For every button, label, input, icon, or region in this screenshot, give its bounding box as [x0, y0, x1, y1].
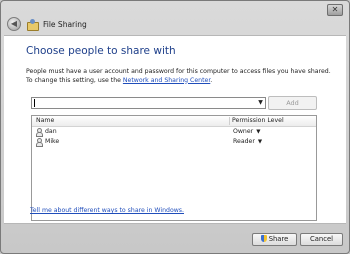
- chevron-down-icon: ▼: [257, 139, 263, 145]
- user-combo-box[interactable]: ▼: [31, 97, 266, 109]
- table-row[interactable]: Mike Reader ▼: [32, 137, 316, 147]
- share-list: Name Permission Level dan Owner ▼ Mike Re…: [31, 115, 317, 221]
- text-caret: [34, 99, 35, 107]
- file-sharing-window: ✕ ◀ File Sharing Choose people to share …: [0, 0, 350, 254]
- cancel-button[interactable]: Cancel: [300, 233, 343, 246]
- user-name: dan: [45, 128, 57, 135]
- user-icon: [35, 128, 43, 137]
- page-title: Choose people to share with: [26, 45, 176, 57]
- content-panel: Choose people to share with People must …: [4, 35, 346, 224]
- table-header: Name Permission Level: [32, 116, 316, 127]
- file-sharing-icon: [27, 18, 39, 31]
- chevron-down-icon[interactable]: ▼: [256, 98, 265, 108]
- permission-level: Reader: [233, 138, 255, 145]
- user-icon: [35, 138, 43, 147]
- share-button[interactable]: Share: [252, 233, 297, 246]
- window-title: File Sharing: [43, 19, 87, 29]
- permission-dropdown[interactable]: Reader ▼: [233, 137, 262, 147]
- column-header-name[interactable]: Name: [36, 116, 54, 126]
- column-header-permission[interactable]: Permission Level: [232, 116, 284, 126]
- close-icon: ✕: [331, 5, 339, 14]
- uac-shield-icon: [260, 235, 267, 242]
- permission-dropdown[interactable]: Owner ▼: [233, 127, 260, 137]
- chevron-down-icon: ▼: [256, 129, 261, 135]
- add-button[interactable]: Add: [268, 96, 317, 110]
- table-row[interactable]: dan Owner ▼: [32, 127, 316, 137]
- close-button[interactable]: ✕: [327, 4, 343, 16]
- description: People must have a user account and pass…: [26, 68, 338, 85]
- network-sharing-center-link[interactable]: Network and Sharing Center: [123, 77, 210, 84]
- share-label: Share: [268, 235, 289, 243]
- title-bar: ◀ File Sharing: [7, 16, 87, 32]
- back-arrow-icon[interactable]: ◀: [7, 17, 21, 31]
- user-name: Mike: [45, 138, 60, 145]
- permission-level: Owner: [233, 128, 254, 135]
- help-link[interactable]: Tell me about different ways to share in…: [30, 207, 184, 214]
- column-divider[interactable]: [229, 117, 230, 125]
- description-end: .: [210, 76, 213, 84]
